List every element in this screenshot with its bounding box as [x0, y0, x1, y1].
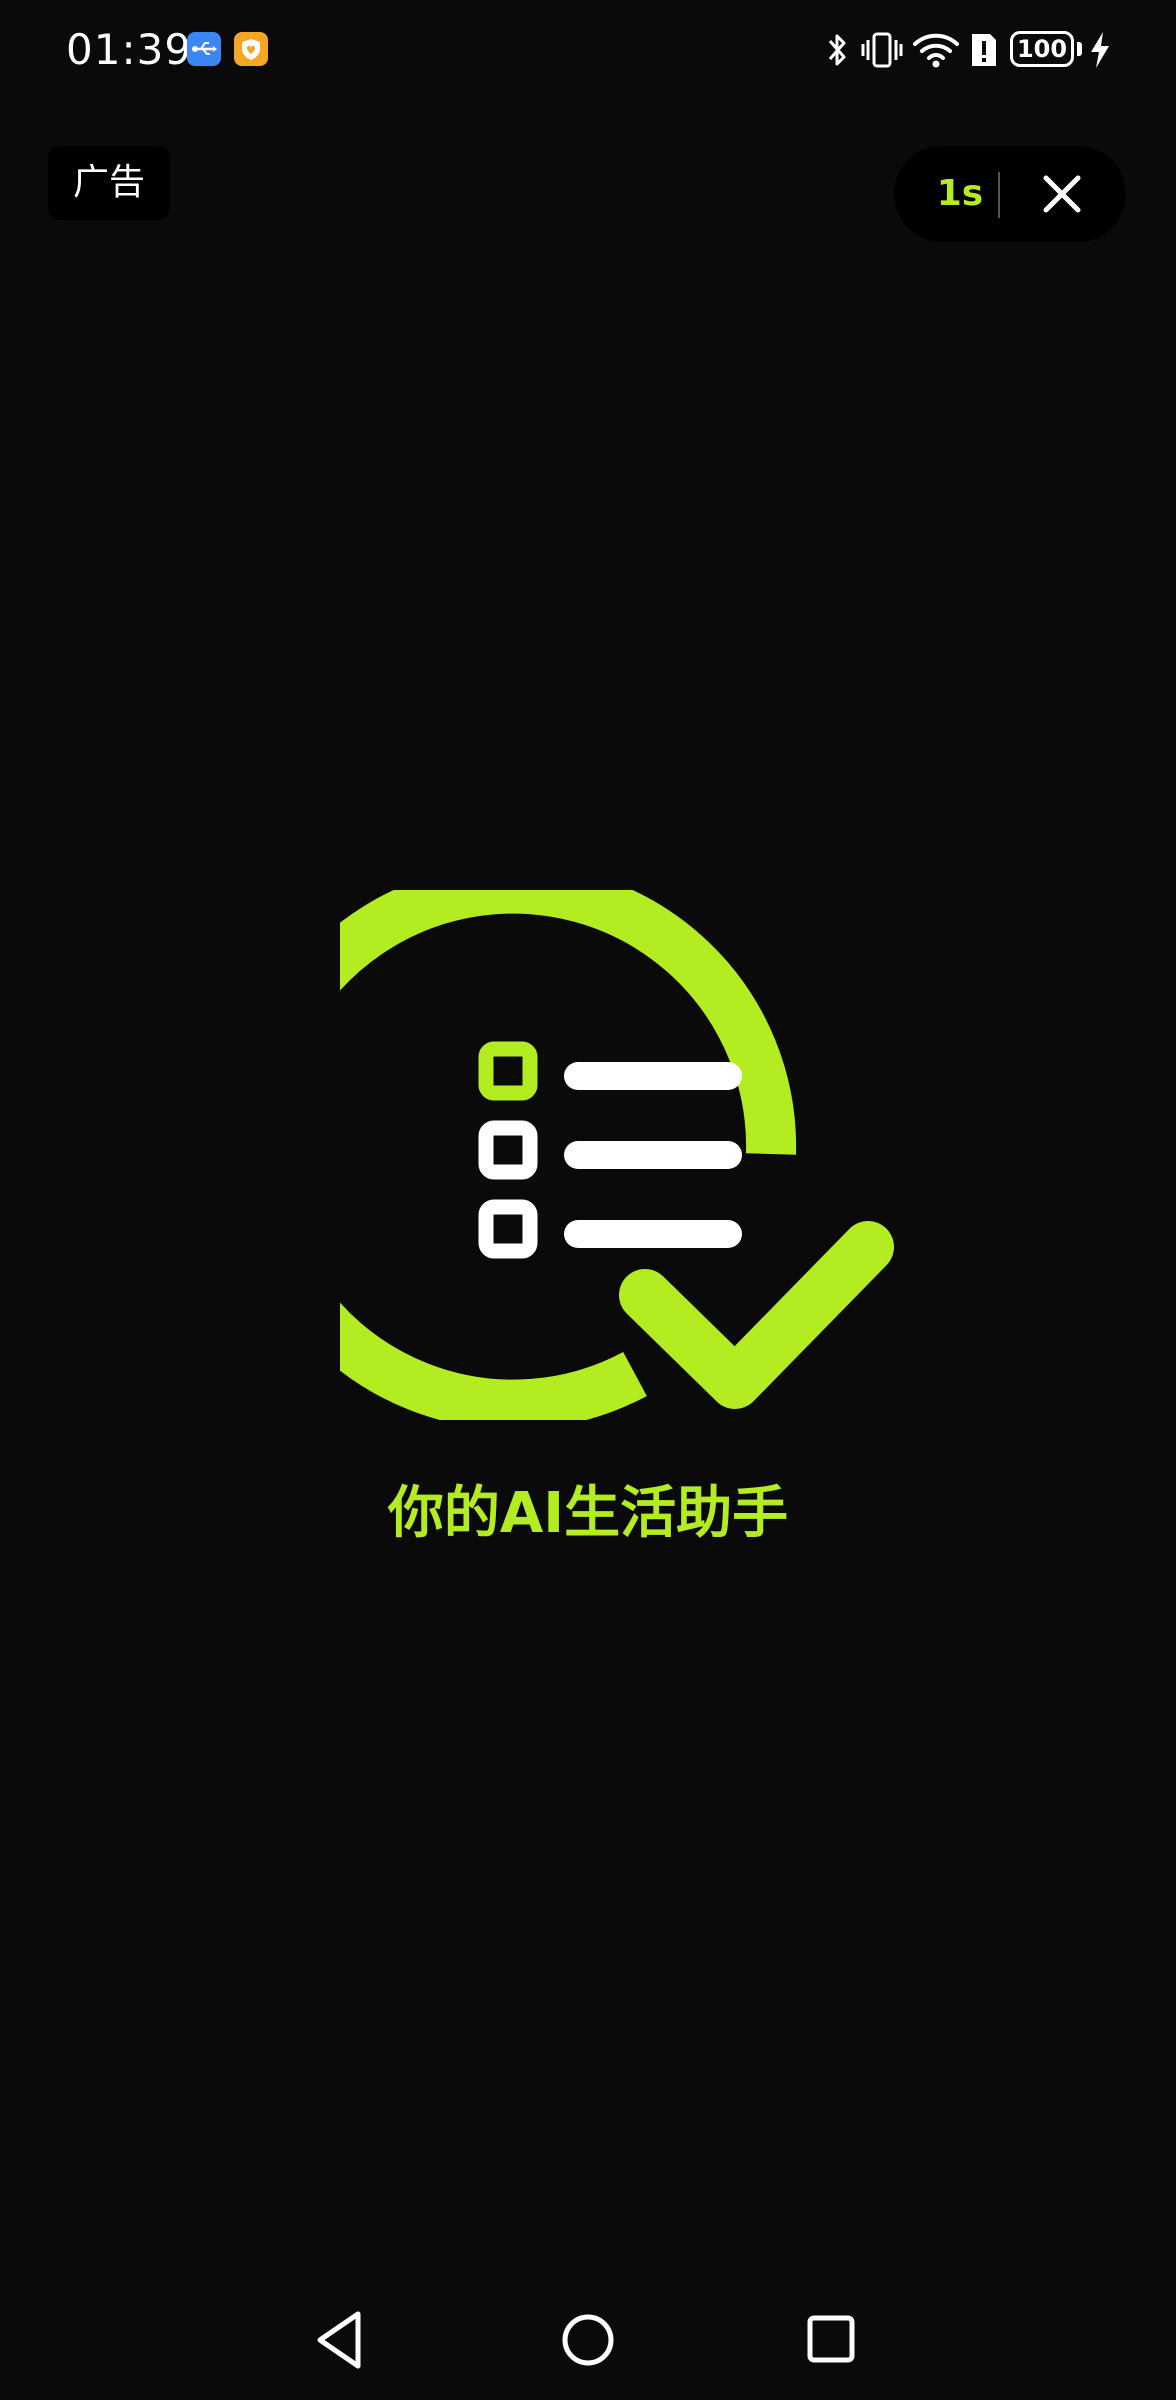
home-icon[interactable]	[548, 2290, 628, 2390]
divider	[998, 172, 1000, 218]
alert-icon	[972, 34, 996, 66]
slogan: 你的AI生活助手	[387, 1481, 789, 1546]
skip-pill[interactable]: 1s	[894, 146, 1126, 242]
bluetooth-icon	[828, 34, 846, 66]
charging-icon	[1091, 32, 1109, 68]
recent-apps-icon[interactable]	[792, 2290, 872, 2390]
status-time: 01:39	[66, 25, 193, 74]
vibrate-icon	[861, 32, 903, 68]
status-bar: 01:39 100	[0, 0, 1176, 100]
battery-icon: 100	[1010, 31, 1074, 67]
usb-icon	[187, 32, 221, 66]
wifi-icon	[913, 33, 959, 68]
nav-bar	[0, 2290, 1176, 2390]
shield-icon	[234, 32, 268, 66]
skip-countdown: 1s	[936, 173, 984, 214]
ad-label: 广告	[48, 146, 170, 220]
back-icon[interactable]	[302, 2290, 382, 2390]
checklist-check-icon	[340, 890, 894, 1420]
battery-nub	[1077, 42, 1082, 56]
close-icon[interactable]	[1034, 166, 1090, 222]
